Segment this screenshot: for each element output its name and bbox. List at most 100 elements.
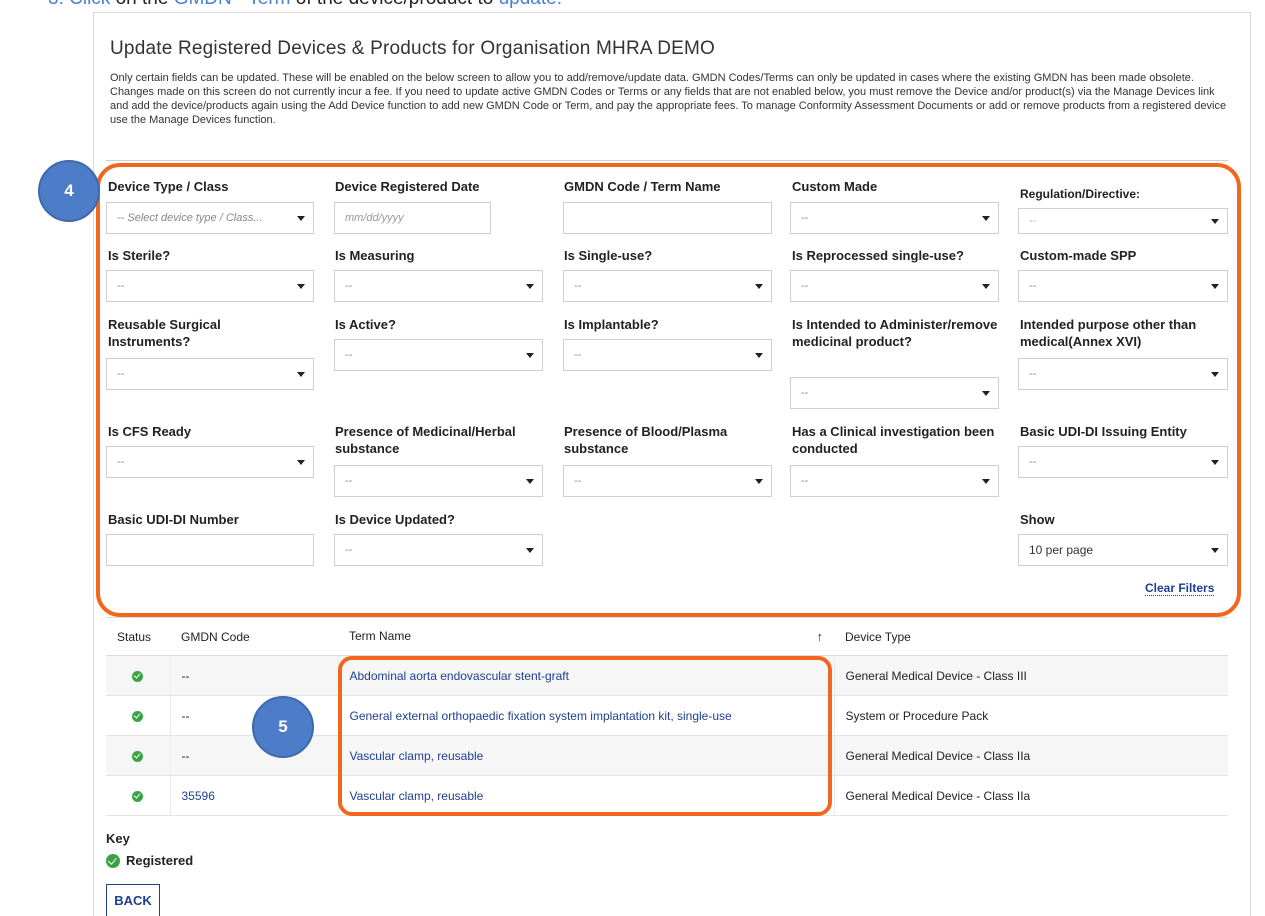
device-type-select[interactable]: -- Select device type / Class...: [106, 202, 314, 234]
medicinal-herbal-select[interactable]: --: [334, 465, 543, 497]
is-sterile-select[interactable]: --: [106, 270, 314, 302]
table-row: -- Abdominal aorta endovascular stent-gr…: [106, 655, 1228, 696]
back-button[interactable]: BACK: [106, 884, 160, 916]
device-updated-value: --: [345, 544, 353, 556]
chevron-down-icon: [297, 216, 305, 221]
registered-check-icon: [132, 750, 144, 762]
registered-date-placeholder: mm/dd/yyyy: [345, 212, 404, 224]
device-type-cell: General Medical Device - Class IIa: [833, 735, 1228, 776]
chevron-down-icon: [755, 353, 763, 358]
udi-entity-value: --: [1029, 456, 1037, 468]
term-link[interactable]: Abdominal aorta endovascular stent-graft: [350, 669, 569, 683]
clinical-investigation-value: --: [801, 475, 809, 487]
term-name-header-label: Term Name: [349, 629, 412, 643]
chevron-down-icon: [297, 460, 305, 465]
custom-spp-select[interactable]: --: [1018, 270, 1228, 302]
clinical-investigation-label: Has a Clinical investigation been conduc…: [792, 424, 995, 456]
chevron-down-icon: [526, 284, 534, 289]
cfs-ready-select[interactable]: --: [106, 446, 314, 478]
chevron-down-icon: [982, 284, 990, 289]
chevron-down-icon: [526, 548, 534, 553]
is-active-value: --: [345, 349, 353, 361]
instruction-text: 3. Click on the GMDN - Term of the devic…: [48, 0, 562, 10]
udi-number-label: Basic UDI-DI Number: [108, 512, 239, 527]
medicinal-herbal-label: Presence of Medicinal/Herbal substance: [335, 424, 516, 456]
custom-spp-label: Custom-made SPP: [1020, 248, 1137, 263]
divider: [106, 160, 1228, 161]
is-implantable-label: Is Implantable?: [564, 317, 659, 332]
registered-check-icon: [106, 853, 120, 868]
term-link[interactable]: General external orthopaedic fixation sy…: [350, 709, 732, 723]
gmdn-label: GMDN Code / Term Name: [564, 179, 721, 194]
blood-plasma-select[interactable]: --: [563, 465, 772, 497]
is-measuring-label: Is Measuring: [335, 248, 415, 263]
gmdn-code-header[interactable]: GMDN Code: [170, 617, 338, 656]
custom-spp-value: --: [1029, 280, 1037, 292]
udi-entity-select[interactable]: --: [1018, 446, 1228, 478]
sort-arrow-icon[interactable]: ↑: [817, 629, 824, 644]
is-single-use-select[interactable]: --: [563, 270, 772, 302]
chevron-down-icon: [1211, 219, 1219, 224]
device-updated-select[interactable]: --: [334, 534, 543, 566]
step-badge-5: 5: [252, 696, 314, 758]
key-registered: Registered: [106, 853, 193, 868]
gmdn-code-cell: 35596: [169, 775, 338, 816]
is-sterile-label: Is Sterile?: [108, 248, 171, 263]
chevron-down-icon: [982, 479, 990, 484]
device-type-cell: System or Procedure Pack: [833, 695, 1228, 736]
cfs-ready-label: Is CFS Ready: [108, 424, 192, 439]
page-title: Update Registered Devices & Products for…: [110, 38, 716, 59]
reusable-surgical-value: --: [117, 368, 125, 380]
registered-date-input[interactable]: mm/dd/yyyy: [334, 202, 491, 234]
device-type-cell: General Medical Device - Class IIa: [833, 775, 1228, 816]
gmdn-code-cell: --: [169, 655, 338, 696]
is-reprocessed-select[interactable]: --: [790, 270, 999, 302]
is-active-label: Is Active?: [335, 317, 396, 332]
blood-plasma-value: --: [574, 475, 582, 487]
device-updated-label: Is Device Updated?: [335, 512, 455, 527]
is-measuring-value: --: [345, 280, 353, 292]
udi-number-input[interactable]: [106, 534, 314, 566]
registered-check-icon: [132, 710, 144, 722]
instruction-middle-2: of the device/product to: [291, 0, 499, 9]
is-measuring-select[interactable]: --: [334, 270, 543, 302]
administer-label: Is Intended to Administer/remove medicin…: [792, 317, 998, 349]
term-link[interactable]: Vascular clamp, reusable: [350, 789, 484, 803]
chevron-down-icon: [297, 372, 305, 377]
gmdn-code-link[interactable]: 35596: [182, 789, 215, 803]
is-implantable-select[interactable]: --: [563, 339, 772, 371]
device-type-cell: General Medical Device - Class III: [833, 655, 1228, 696]
gmdn-code-cell: --: [169, 735, 338, 776]
status-header[interactable]: Status: [106, 617, 170, 656]
chevron-down-icon: [1211, 548, 1219, 553]
term-link[interactable]: Vascular clamp, reusable: [350, 749, 484, 763]
device-type-label: Device Type / Class: [108, 179, 229, 194]
page-size-select[interactable]: 10 per page: [1018, 534, 1228, 566]
term-name-header[interactable]: Term Name ↑: [338, 617, 834, 656]
intended-purpose-select[interactable]: --: [1018, 358, 1228, 390]
administer-select[interactable]: --: [790, 377, 999, 409]
cfs-ready-value: --: [117, 456, 125, 468]
status-cell: [106, 735, 170, 776]
udi-entity-label: Basic UDI-DI Issuing Entity: [1020, 424, 1187, 439]
clear-filters-link[interactable]: Clear Filters: [1145, 581, 1215, 596]
gmdn-input[interactable]: [563, 202, 772, 234]
term-name-cell: General external orthopaedic fixation sy…: [337, 695, 834, 736]
is-reprocessed-value: --: [801, 280, 809, 292]
show-label: Show: [1020, 512, 1055, 527]
device-type-header[interactable]: Device Type: [834, 617, 1228, 656]
clinical-investigation-select[interactable]: --: [790, 465, 999, 497]
chevron-down-icon: [1211, 460, 1219, 465]
key-registered-label: Registered: [126, 853, 194, 868]
custom-made-label: Custom Made: [792, 179, 878, 194]
regulation-value: --: [1029, 215, 1037, 227]
registered-check-icon: [132, 790, 144, 802]
regulation-select[interactable]: --: [1018, 208, 1228, 234]
chevron-down-icon: [1211, 372, 1219, 377]
table-header-row: Status GMDN Code Term Name ↑ Device Type: [106, 617, 1228, 656]
custom-made-select[interactable]: --: [790, 202, 999, 234]
is-active-select[interactable]: --: [334, 339, 543, 371]
term-name-cell: Abdominal aorta endovascular stent-graft: [337, 655, 834, 696]
chevron-down-icon: [755, 284, 763, 289]
reusable-surgical-select[interactable]: --: [106, 358, 314, 390]
